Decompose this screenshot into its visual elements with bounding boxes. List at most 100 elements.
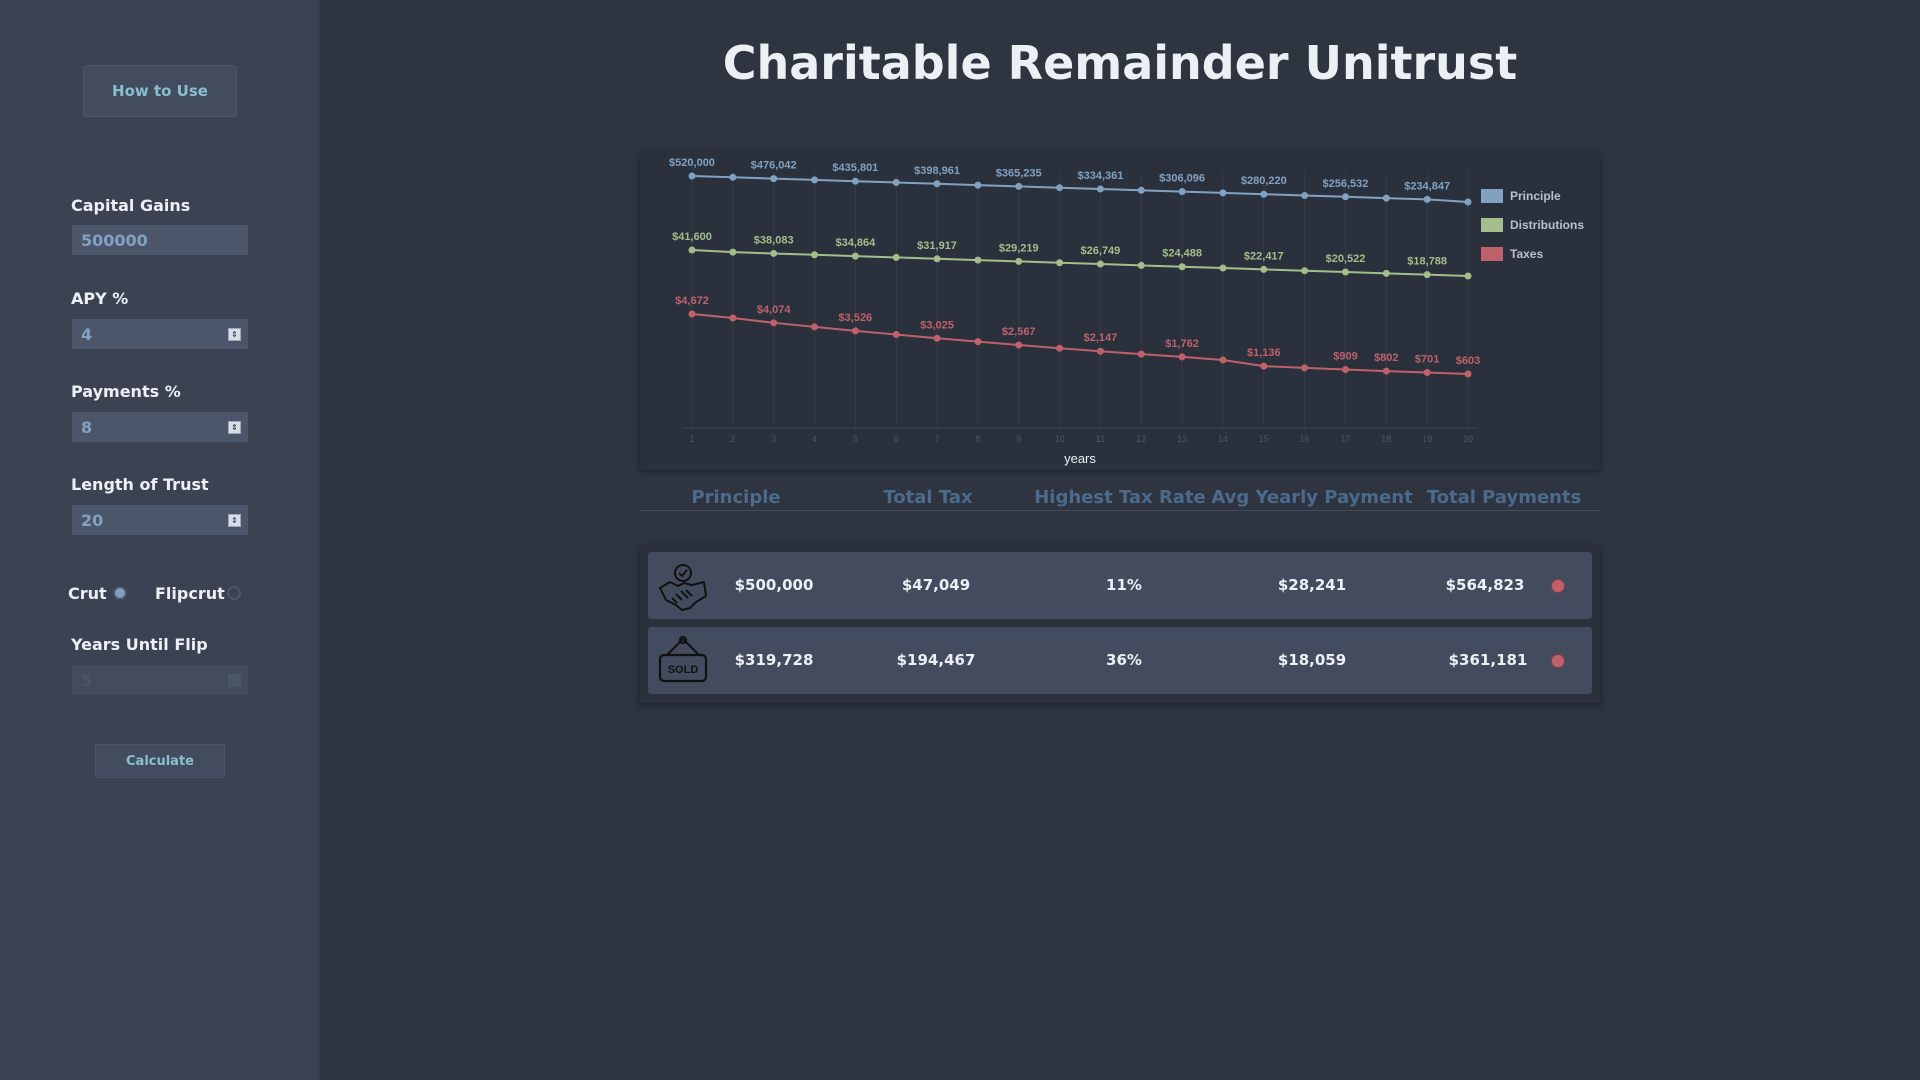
x-tick-label: 2 [730,434,735,444]
x-tick-label: 7 [935,434,940,444]
data-point [1056,259,1064,267]
data-point [1341,365,1349,373]
data-point [1464,198,1472,206]
series-line-taxes [691,313,1469,375]
apy-stepper-icon[interactable]: ⇕ [228,328,241,341]
data-point [770,319,778,327]
row1-highest-rate: 11% [1106,576,1142,594]
data-point [851,327,859,335]
data-point [1382,269,1390,277]
x-tick-label: 13 [1177,434,1187,444]
header-principle: Principle [691,487,781,508]
data-point [729,173,737,181]
data-point [688,310,696,318]
data-point [1301,192,1309,199]
summary-row-crut[interactable]: $500,000 $47,049 11% $28,241 $564,823 [648,552,1592,619]
length-stepper-icon[interactable]: ⇕ [228,514,241,527]
legend-label: Principle [1510,189,1561,203]
legend-swatch [1481,189,1503,203]
data-label: $802 [1374,352,1398,364]
calculate-button[interactable]: Calculate [95,744,225,778]
data-point [1341,268,1349,276]
x-tick-label: 5 [853,434,858,444]
data-label: $1,762 [1165,338,1199,350]
data-point [811,176,819,184]
data-point [770,175,778,183]
capital-gains-input[interactable]: 500000 [71,224,249,256]
legend-swatch [1481,247,1503,261]
data-point [770,249,778,257]
flipcrut-label: Flipcrut [155,584,225,603]
row2-avg-payment: $18,059 [1277,651,1347,669]
data-label: $256,532 [1323,178,1369,190]
data-label: $4,672 [675,295,709,307]
payments-stepper-icon[interactable]: ⇕ [228,421,241,434]
x-tick-label: 20 [1463,434,1473,444]
data-label: $435,801 [832,162,878,174]
x-tick-label: 19 [1422,434,1432,444]
legend-label: Distributions [1510,218,1584,232]
data-label: $280,220 [1241,175,1287,187]
data-label: $1,136 [1247,347,1281,359]
header-avg-yearly-payment: Avg Yearly Payment [1211,487,1413,508]
data-point [933,255,941,263]
data-point [1015,341,1023,349]
data-label: $20,522 [1326,253,1366,265]
length-value: 20 [81,510,104,530]
crut-radio[interactable] [113,586,127,600]
x-tick-label: 15 [1259,434,1269,444]
data-point [1464,370,1472,378]
data-label: $909 [1333,350,1357,362]
data-label: $3,526 [839,312,873,324]
data-point [1423,195,1431,203]
data-label: $2,567 [1002,326,1036,338]
header-total-tax: Total Tax [883,487,973,508]
data-label: $334,361 [1077,170,1123,182]
data-point [1137,186,1145,194]
data-point [974,256,982,264]
data-point [811,323,819,331]
data-point [933,180,941,188]
data-label: $4,074 [757,304,792,316]
payments-value: 8 [81,417,93,437]
data-label: $41,600 [672,231,712,243]
summary-row-flipcrut[interactable]: SOLD $319,728 $194,467 36% $18,059 $361,… [648,627,1592,694]
row1-principle: $500,000 [734,576,814,594]
data-point [933,334,941,342]
data-point [892,253,900,261]
data-label: $26,749 [1081,245,1121,257]
x-tick-label: 12 [1136,434,1146,444]
length-of-trust-label: Length of Trust [71,475,209,494]
years-until-flip-input[interactable]: 5 [71,664,249,696]
x-tick-label: 10 [1055,434,1065,444]
apy-label: APY % [71,289,129,308]
data-point [1178,263,1186,271]
data-point [1260,190,1268,198]
x-axis-label: years [1064,451,1096,466]
row1-total-payments: $564,823 [1445,576,1525,594]
data-point [1056,184,1064,192]
x-tick-label: 1 [689,434,694,444]
data-label: $520,000 [669,157,715,169]
x-tick-label: 17 [1340,434,1350,444]
data-point [729,314,737,322]
length-of-trust-input[interactable]: 20 ⇕ [71,504,249,536]
handshake-icon [659,564,707,611]
flipcrut-radio[interactable] [227,586,241,600]
x-tick-label: 9 [1016,434,1021,444]
data-point [1464,272,1472,280]
apy-input[interactable]: 4 ⇕ [71,318,249,350]
data-label: $476,042 [751,160,797,172]
data-label: $38,083 [754,234,794,246]
header-total-payments: Total Payments [1426,487,1582,508]
data-point [1260,265,1268,273]
payments-input[interactable]: 8 ⇕ [71,411,249,443]
data-point [1178,188,1186,196]
page-title: Charitable Remainder Unitrust [722,36,1518,90]
data-label: $31,917 [917,240,957,252]
data-label: $234,847 [1404,180,1450,192]
x-tick-label: 6 [894,434,899,444]
x-tick-label: 14 [1218,434,1228,444]
how-to-use-button[interactable]: How to Use [83,65,237,117]
legend-label: Taxes [1510,247,1543,261]
